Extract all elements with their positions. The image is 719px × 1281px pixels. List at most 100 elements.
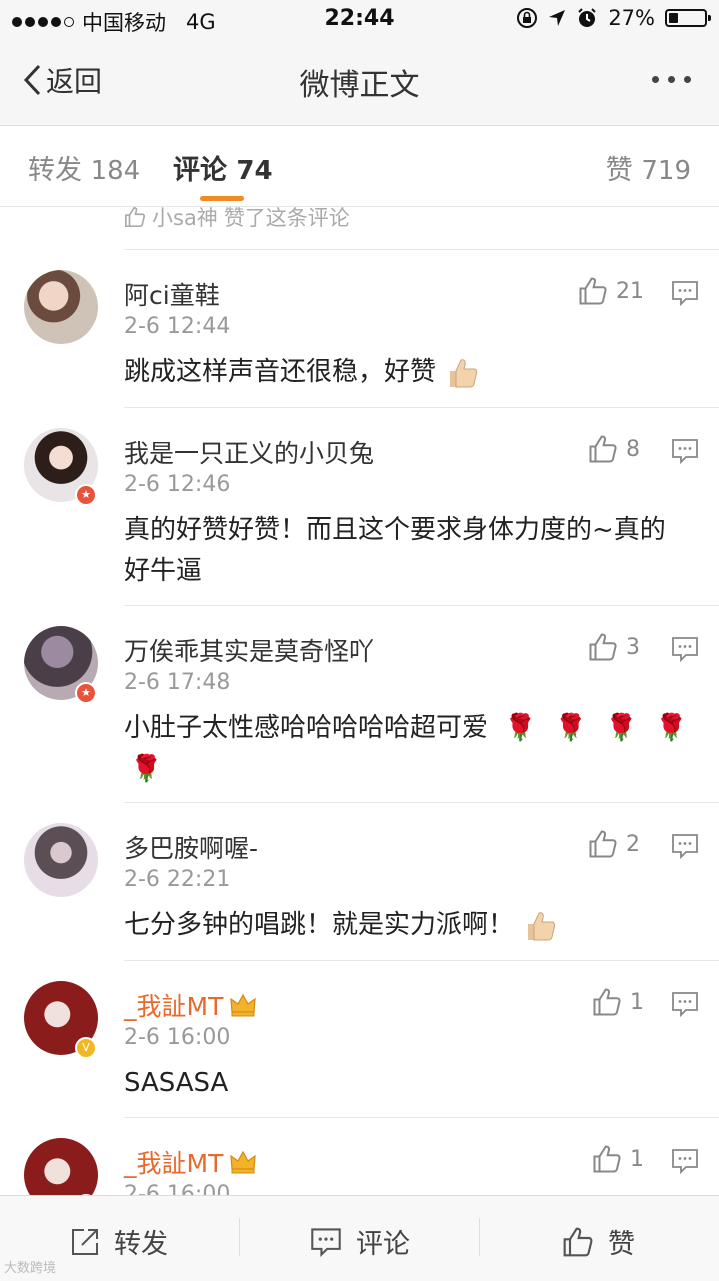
rotation-lock-icon xyxy=(517,8,538,28)
rose-emoji-icon: 🌹 xyxy=(655,713,688,743)
tab-repost[interactable]: 转发 184 xyxy=(28,148,140,187)
crown-icon xyxy=(230,1150,257,1174)
reply-icon[interactable] xyxy=(671,991,699,1017)
reply-icon[interactable] xyxy=(671,636,699,662)
comment-icon xyxy=(311,1227,341,1257)
battery-percent: 27% xyxy=(608,6,655,30)
comment-time: 2-6 16:00 xyxy=(124,1025,231,1050)
comment-text: 小肚子太性感哈哈哈哈哈超可爱 🌹 🌹 🌹 🌹 🌹 xyxy=(124,708,689,790)
page-title: 微博正文 xyxy=(299,68,420,103)
comment-button[interactable]: 评论 xyxy=(310,1222,410,1261)
thumbs-up-icon xyxy=(589,830,617,858)
comment-item: 阿ci童鞋 2-6 12:44 跳成这样声音还很稳，好赞 21 xyxy=(0,250,719,408)
comment-text: 跳成这样声音还很稳，好赞 xyxy=(124,352,689,393)
thumbs-up-icon xyxy=(593,988,621,1016)
comment-author-name: 我是一只正义的小贝兔 xyxy=(124,439,375,468)
tab-bar: 转发 184 评论 74 赞 719 xyxy=(0,126,719,207)
reply-icon[interactable] xyxy=(671,1148,699,1174)
comment-author-name: 万俟乖其实是莫奇怪吖 xyxy=(124,637,375,666)
like-count: 1 xyxy=(630,989,644,1015)
like-count: 8 xyxy=(626,436,640,462)
verified-badge-icon: V xyxy=(75,1037,97,1059)
bottom-toolbar: 转发 评论 赞 xyxy=(0,1195,719,1281)
rose-emoji-icon: 🌹 xyxy=(554,713,588,743)
comment-author-name: 多巴胺啊喔- xyxy=(124,834,259,863)
like-count: 3 xyxy=(626,634,640,660)
comment-author[interactable]: _我訨MT xyxy=(124,1144,257,1180)
comment-item: 多巴胺啊喔- 2-6 22:21 七分多钟的唱跳！就是实力派啊！ 2 xyxy=(0,803,719,961)
comment-author[interactable]: 万俟乖其实是莫奇怪吖 xyxy=(124,632,374,668)
tab-repost-count: 184 xyxy=(90,156,141,186)
like-button[interactable]: 8 xyxy=(588,434,640,464)
battery-icon xyxy=(665,9,711,27)
nav-bar: 返回 微博正文 xyxy=(0,40,719,126)
comment-author-name: 阿ci童鞋 xyxy=(124,281,220,310)
thumbs-up-icon xyxy=(593,1145,621,1173)
reply-icon[interactable] xyxy=(671,833,699,859)
thumbs-up-icon xyxy=(563,1227,593,1256)
tab-comment-count: 74 xyxy=(236,156,273,186)
comment-text-body: 七分多钟的唱跳！就是实力派啊！ xyxy=(124,910,515,940)
comment-author[interactable]: _我訨MT xyxy=(124,987,257,1023)
avatar[interactable] xyxy=(24,1138,98,1195)
comment-text-body: 跳成这样声音还很稳，好赞 xyxy=(124,357,437,387)
location-icon xyxy=(549,10,566,26)
comment-item: V _我訨MT 2-6 16:00 1 xyxy=(0,1118,719,1195)
comment-text-body: 小肚子太性感哈哈哈哈哈超可爱 xyxy=(124,713,489,743)
reply-icon[interactable] xyxy=(671,280,699,306)
comment-item: ★ 我是一只正义的小贝兔 2-6 12:46 真的好赞好赞！而且这个要求身体力度… xyxy=(0,408,719,606)
rose-emoji-icon: 🌹 xyxy=(130,754,163,784)
like-post-button[interactable]: 赞 xyxy=(562,1222,635,1261)
liked-text: 赞了这条评论 xyxy=(223,206,350,230)
more-options-button[interactable] xyxy=(652,76,691,83)
repost-icon xyxy=(72,1228,98,1255)
thumbs-up-emoji-icon xyxy=(450,358,478,387)
tab-like-label: 赞 xyxy=(605,155,633,186)
comment-item: ★ 万俟乖其实是莫奇怪吖 2-6 17:48 小肚子太性感哈哈哈哈哈超可爱 🌹 🌹… xyxy=(0,606,719,803)
liked-user[interactable]: 小sa神 xyxy=(152,202,218,232)
liked-note: 小sa神 赞了这条评论 xyxy=(124,202,350,232)
divider xyxy=(479,1218,480,1256)
status-bar: 中国移动 4G 22:44 27% xyxy=(0,0,719,40)
battery-fill xyxy=(669,13,679,23)
tab-repost-label: 转发 xyxy=(28,155,82,186)
active-tab-indicator xyxy=(200,196,244,201)
tab-comment[interactable]: 评论 74 xyxy=(173,148,273,187)
crown-icon xyxy=(230,993,257,1017)
thumbs-up-emoji-icon xyxy=(528,911,556,940)
thumbs-up-icon xyxy=(125,207,146,227)
comment-author[interactable]: 阿ci童鞋 xyxy=(124,276,220,312)
alarm-icon xyxy=(578,8,597,27)
like-button[interactable]: 1 xyxy=(592,987,644,1017)
comment-time: 2-6 12:46 xyxy=(124,472,231,497)
like-count: 21 xyxy=(616,278,644,304)
repost-label: 转发 xyxy=(114,1229,168,1260)
tab-like[interactable]: 赞 719 xyxy=(606,148,691,187)
like-button[interactable]: 1 xyxy=(592,1144,644,1174)
like-button[interactable]: 2 xyxy=(588,829,640,859)
tab-like-count: 719 xyxy=(641,156,691,186)
like-button[interactable]: 21 xyxy=(578,276,644,306)
repost-button[interactable]: 转发 xyxy=(70,1222,168,1261)
divider xyxy=(239,1218,240,1256)
comment-text: 七分多钟的唱跳！就是实力派啊！ xyxy=(124,905,689,946)
like-label: 赞 xyxy=(608,1229,635,1260)
comment-time: 2-6 16:00 xyxy=(124,1182,231,1195)
comment-author[interactable]: 我是一只正义的小贝兔 xyxy=(124,434,374,470)
like-button[interactable]: 3 xyxy=(588,632,640,662)
comment-author[interactable]: 多巴胺啊喔- xyxy=(124,829,258,865)
watermark: 大数跨境 xyxy=(4,1261,57,1276)
comment-time: 2-6 17:48 xyxy=(124,670,231,695)
avatar[interactable] xyxy=(24,270,98,344)
thumbs-up-icon xyxy=(589,435,617,463)
comment-text: 真的好赞好赞！而且这个要求身体力度的~真的好牛逼 xyxy=(124,515,666,586)
comment-time: 2-6 22:21 xyxy=(124,867,231,892)
comment-time: 2-6 12:44 xyxy=(124,314,231,339)
rose-emoji-icon: 🌹 xyxy=(504,713,537,743)
comment-author-name: _我訨MT xyxy=(124,992,224,1021)
like-count: 1 xyxy=(630,1146,644,1172)
comment-item: V _我訨MT 2-6 16:00 SASASA 1 xyxy=(0,961,719,1118)
reply-icon[interactable] xyxy=(671,438,699,464)
avatar[interactable] xyxy=(24,823,98,897)
thumbs-up-icon xyxy=(579,277,607,305)
